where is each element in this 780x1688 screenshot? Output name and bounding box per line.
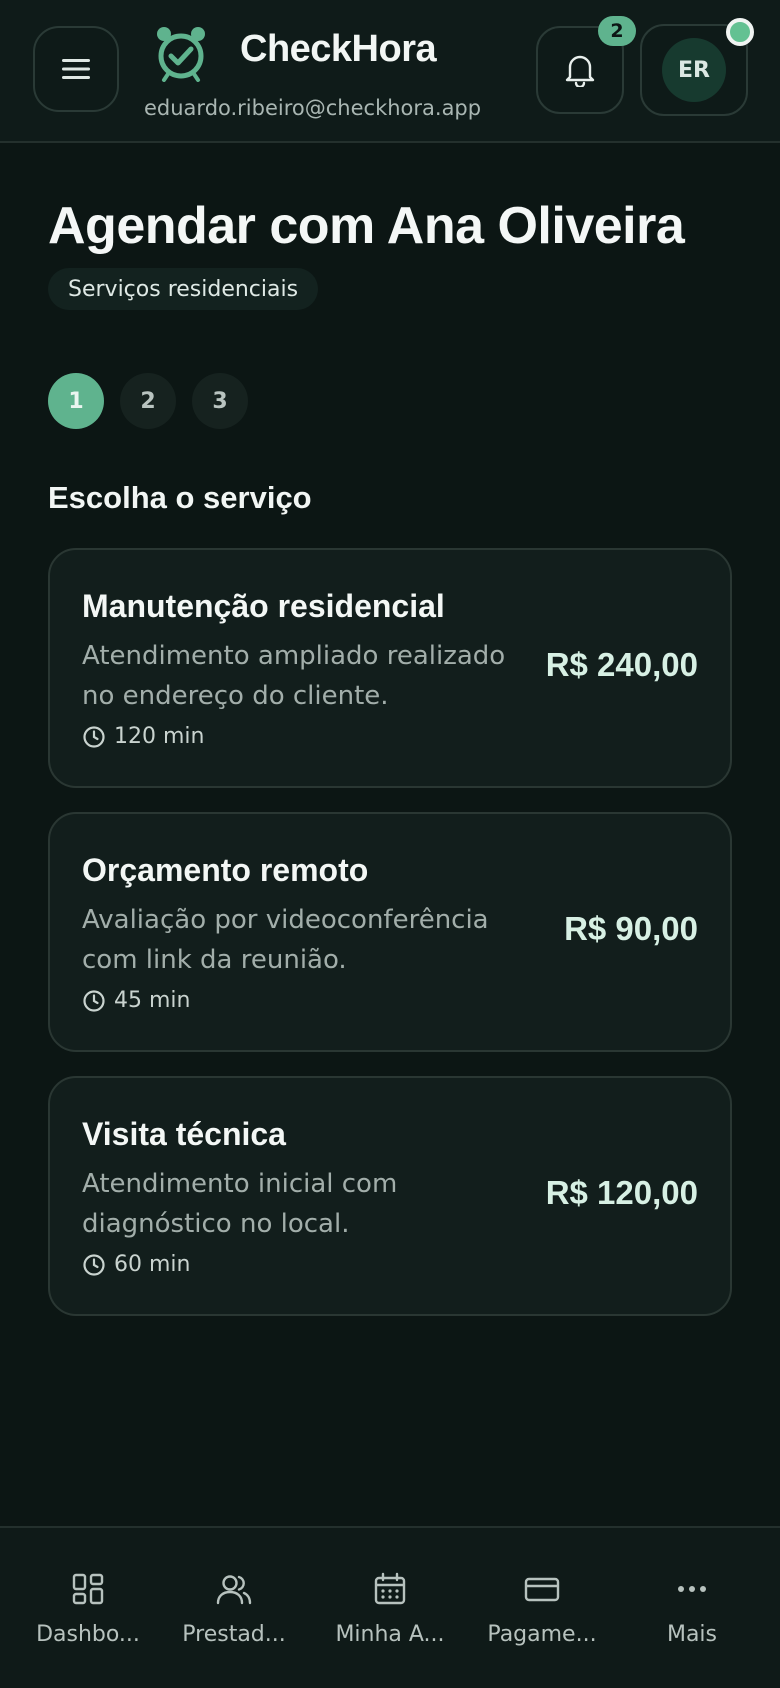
service-card-visita[interactable]: Visita técnica Atendimento inicial com d…: [48, 1076, 732, 1316]
more-icon: [678, 1586, 706, 1592]
service-name: Orçamento remoto: [82, 852, 369, 888]
online-status-indicator: [726, 18, 754, 46]
duration-text: 120 min: [114, 724, 205, 749]
menu-button[interactable]: [33, 26, 119, 112]
dashboard-icon: [72, 1573, 104, 1605]
users-icon: [216, 1575, 252, 1605]
nav-label: Minha A...: [335, 1622, 445, 1647]
nav-dashboard[interactable]: Dashbo...: [10, 1528, 166, 1688]
service-duration: 60 min: [82, 1252, 190, 1277]
service-description: Atendimento inicial com diagnóstico no l…: [82, 1169, 398, 1239]
bell-icon: [565, 55, 595, 87]
section-title: Escolha o serviço: [48, 480, 312, 515]
service-description: Atendimento ampliado realizado no endere…: [82, 641, 506, 711]
service-card-manutencao[interactable]: Manutenção residencial Atendimento ampli…: [48, 548, 732, 788]
nav-label: Dashbo...: [36, 1622, 140, 1647]
step-3[interactable]: 3: [192, 373, 248, 429]
app-header: CheckHora eduardo.ribeiro@checkhora.app …: [0, 0, 780, 143]
brand-name: CheckHora: [240, 28, 437, 70]
bottom-navigation: Dashbo... Prestad... Minha A... Pagame..…: [0, 1526, 780, 1688]
service-description: Avaliação por videoconferência com link …: [82, 905, 489, 975]
duration-text: 60 min: [114, 1252, 191, 1277]
step-1[interactable]: 1: [48, 373, 104, 429]
service-duration: 45 min: [82, 988, 190, 1013]
nav-prestadores[interactable]: Prestad...: [156, 1528, 312, 1688]
avatar: ER: [662, 38, 726, 102]
page-title: Agendar com Ana Oliveira: [48, 197, 685, 255]
service-name: Manutenção residencial: [82, 588, 445, 624]
hamburger-icon: [62, 59, 90, 79]
notification-count-badge: 2: [598, 16, 636, 46]
nav-label: Mais: [666, 1622, 718, 1647]
credit-card-icon: [524, 1577, 560, 1602]
calendar-icon: [374, 1572, 406, 1605]
clock-icon: [83, 989, 105, 1012]
service-card-orcamento[interactable]: Orçamento remoto Avaliação por videoconf…: [48, 812, 732, 1052]
clock-icon: [83, 1253, 105, 1276]
service-price: R$ 120,00: [545, 1174, 698, 1211]
service-price: R$ 90,00: [564, 910, 698, 947]
service-price: R$ 240,00: [545, 646, 698, 683]
nav-label: Pagame...: [487, 1622, 597, 1647]
nav-pagamentos[interactable]: Pagame...: [464, 1528, 620, 1688]
step-2[interactable]: 2: [120, 373, 176, 429]
user-email: eduardo.ribeiro@checkhora.app: [144, 96, 482, 120]
service-duration: 120 min: [82, 724, 204, 749]
alarm-clock-check-icon: [157, 27, 205, 82]
category-chip: Serviços residenciais: [48, 268, 319, 310]
service-name: Visita técnica: [82, 1116, 286, 1152]
nav-mais[interactable]: Mais: [614, 1528, 770, 1688]
duration-text: 45 min: [114, 988, 191, 1013]
nav-label: Prestad...: [182, 1622, 286, 1647]
clock-icon: [83, 725, 105, 748]
nav-minha-agenda[interactable]: Minha A...: [312, 1528, 468, 1688]
